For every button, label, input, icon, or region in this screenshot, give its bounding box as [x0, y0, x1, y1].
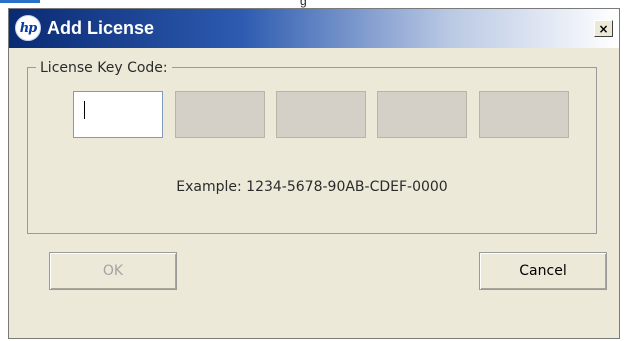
- license-key-label: License Key Code:: [36, 60, 172, 76]
- background-window-accent: [0, 0, 40, 3]
- license-key-example: Example: 1234-5678-90AB-CDEF-0000: [176, 179, 448, 195]
- hp-logo-icon: hp: [15, 15, 41, 41]
- license-key-field-1[interactable]: [73, 91, 163, 138]
- cancel-button[interactable]: Cancel: [479, 252, 607, 290]
- close-button[interactable]: ×: [594, 20, 613, 37]
- close-icon: ×: [598, 21, 609, 36]
- license-key-field-5[interactable]: [479, 91, 569, 138]
- license-key-field-3[interactable]: [276, 91, 366, 138]
- ok-button[interactable]: OK: [49, 252, 177, 290]
- background-window-text: g: [300, 0, 307, 8]
- background-window: g: [0, 0, 624, 8]
- hp-logo-text: hp: [19, 20, 38, 36]
- dialog-title: Add License: [47, 18, 155, 38]
- text-caret: [84, 101, 85, 119]
- license-key-field-2[interactable]: [175, 91, 265, 138]
- title-bar[interactable]: hp Add License ×: [9, 9, 619, 48]
- license-key-field-4[interactable]: [377, 91, 467, 138]
